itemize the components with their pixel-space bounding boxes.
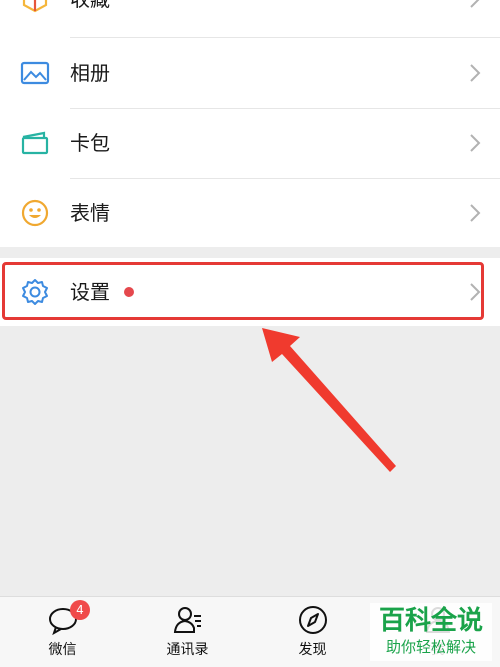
- tab-label: 发现: [298, 642, 327, 658]
- bottom-tab-bar: 4 微信 通讯录 发现 我 百科全: [0, 596, 500, 667]
- tab-label: 微信: [48, 642, 77, 658]
- menu-item-favorites[interactable]: 收藏: [0, 0, 500, 34]
- watermark-logo: 百科全说 助你轻松解决: [370, 603, 492, 661]
- menu-item-label: 卡包: [70, 131, 110, 155]
- contacts-icon: [172, 604, 204, 636]
- chevron-right-icon: [464, 202, 486, 224]
- chevron-right-icon: [464, 62, 486, 84]
- chevron-right-icon: [464, 132, 486, 154]
- tab-discover[interactable]: 发现: [250, 597, 375, 667]
- menu-item-card-wallet[interactable]: 卡包: [0, 108, 500, 178]
- menu-group-top: 收藏 相册 卡包: [0, 0, 500, 247]
- menu-item-label: 相册: [70, 61, 110, 85]
- menu-item-label: 收藏: [70, 0, 110, 34]
- compass-icon: [297, 604, 329, 636]
- menu-item-emoji[interactable]: 表情: [0, 178, 500, 248]
- highlight-box: [2, 262, 484, 320]
- album-photo-icon: [20, 58, 50, 88]
- watermark-title: 百科全说: [378, 606, 483, 636]
- unread-badge: 4: [70, 600, 90, 620]
- emoji-smiley-icon: [20, 198, 50, 228]
- menu-item-label: 表情: [70, 201, 110, 225]
- watermark-subtitle: 助你轻松解决: [385, 638, 476, 656]
- favorites-cube-icon: [20, 0, 50, 14]
- tab-wechat[interactable]: 4 微信: [0, 597, 125, 667]
- card-wallet-icon: [20, 128, 50, 158]
- chevron-right-icon: [464, 0, 486, 10]
- menu-item-album[interactable]: 相册: [0, 38, 500, 108]
- tab-contacts[interactable]: 通讯录: [125, 597, 250, 667]
- tab-label: 通讯录: [166, 642, 209, 658]
